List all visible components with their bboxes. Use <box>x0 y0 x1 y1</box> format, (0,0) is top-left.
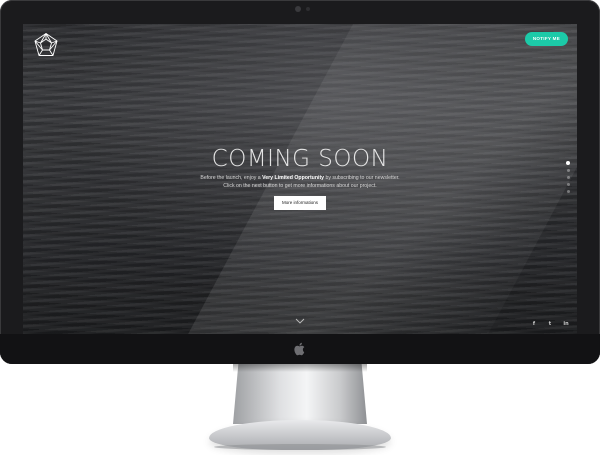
hero-text-line1-before: Before the launch, enjoy a <box>200 175 263 181</box>
pagination-dot[interactable] <box>566 190 570 193</box>
pagination-dot[interactable] <box>566 161 570 165</box>
twitter-icon[interactable]: t <box>547 321 553 327</box>
monitor-bezel: NOTIFY ME COMING SOON Before the launch,… <box>0 0 600 364</box>
pagination-dot[interactable] <box>566 176 570 179</box>
stand-base-rim <box>214 444 386 450</box>
linkedin-icon[interactable]: in <box>563 321 569 327</box>
monitor-mockup: NOTIFY ME COMING SOON Before the launch,… <box>0 0 600 455</box>
apple-icon <box>294 342 305 356</box>
page-title: COMING SOON <box>211 146 389 172</box>
polyhedron-logo-icon[interactable] <box>33 32 59 58</box>
hero-description: Before the launch, enjoy a Very Limited … <box>23 174 577 190</box>
pagination-dot[interactable] <box>566 183 570 186</box>
monitor-stand-neck <box>233 364 367 424</box>
pagination-dot[interactable] <box>566 169 570 172</box>
hero-text-line2: Click on the next button to get more inf… <box>223 183 377 189</box>
more-informations-button[interactable]: More informations <box>274 196 326 210</box>
facebook-icon[interactable]: f <box>531 321 537 327</box>
hero-text-highlight: Very Limited Opportunity <box>262 175 325 181</box>
hero-text-line1-after: by subscribing to our newsletter. <box>324 175 400 181</box>
stand-shadow <box>233 364 367 372</box>
hero-section: COMING SOON Before the launch, enjoy a V… <box>23 146 577 210</box>
social-links: f t in <box>531 321 569 327</box>
chevron-down-icon[interactable] <box>295 317 305 325</box>
camera-icon <box>295 6 301 12</box>
section-pagination <box>565 161 571 197</box>
notify-me-button[interactable]: NOTIFY ME <box>524 32 568 46</box>
website-screen: NOTIFY ME COMING SOON Before the launch,… <box>23 24 577 334</box>
